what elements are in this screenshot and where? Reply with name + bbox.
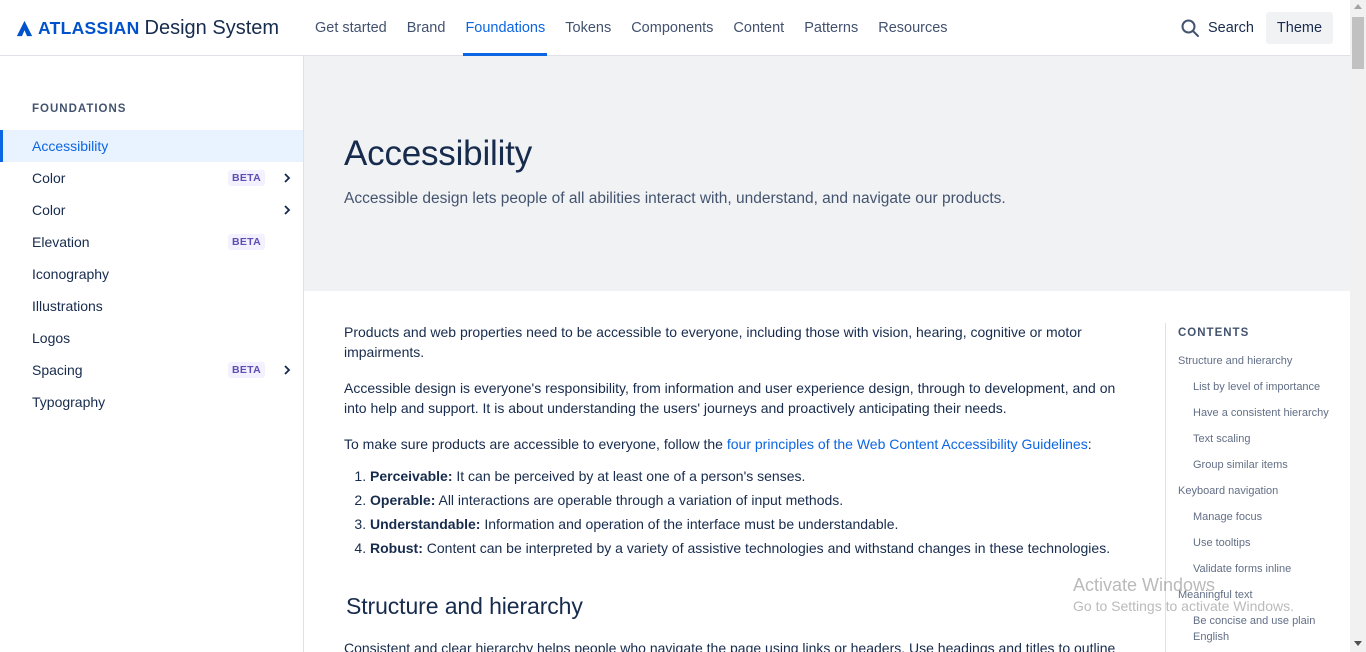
search-button[interactable]: Search — [1180, 14, 1254, 42]
sidebar-item-label: Color — [32, 170, 66, 186]
sidebar-item-color[interactable]: Color — [0, 194, 303, 226]
product-name: Design System — [144, 16, 280, 39]
list-item: Perceivable: It can be perceived by at l… — [370, 466, 1134, 486]
toc-heading: CONTENTS — [1178, 327, 1250, 339]
sidebar-heading: FOUNDATIONS — [32, 103, 127, 115]
scrollbar-thumb[interactable] — [1352, 17, 1364, 69]
sidebar-item-label: Accessibility — [32, 138, 109, 154]
responsibility-paragraph: Accessible design is everyone's responsi… — [344, 380, 1116, 416]
atlassian-logo[interactable]: ATLASSIAN Design System — [16, 16, 279, 40]
sidebar-item-iconography[interactable]: Iconography — [0, 258, 303, 290]
toc-item-be-concise[interactable]: Be concise and use plain English — [1193, 613, 1333, 645]
nav-content[interactable]: Content — [723, 0, 794, 56]
sidebar-item-illustrations[interactable]: Illustrations — [0, 290, 303, 322]
sidebar-item-typography[interactable]: Typography — [0, 386, 303, 418]
toc-item-consistent-hierarchy[interactable]: Have a consistent hierarchy — [1193, 405, 1343, 421]
sidebar-item-label: Color — [32, 202, 66, 218]
nav-get-started[interactable]: Get started — [305, 0, 397, 56]
chevron-right-icon[interactable] — [282, 173, 292, 183]
nav-resources[interactable]: Resources — [868, 0, 957, 56]
page-hero: Accessibility Accessible design lets peo… — [304, 56, 1350, 291]
page-subtitle: Accessible design lets people of all abi… — [344, 190, 1006, 207]
beta-badge: BETA — [228, 362, 266, 378]
chevron-right-icon[interactable] — [282, 365, 292, 375]
nav-components[interactable]: Components — [621, 0, 723, 56]
principles-list: Perceivable: It can be perceived by at l… — [370, 466, 1134, 558]
wcag-link[interactable]: four principles of the Web Content Acces… — [727, 436, 1088, 452]
sidebar-item-accessibility[interactable]: Accessibility — [0, 130, 303, 162]
sidebar-item-label: Typography — [32, 394, 106, 410]
intro-paragraph: Products and web properties need to be a… — [344, 324, 1082, 360]
section-heading-structure: Structure and hierarchy — [346, 593, 583, 619]
list-item: Understandable: Information and operatio… — [370, 514, 1134, 534]
principle-text: All interactions are operable through a … — [435, 492, 844, 508]
search-label: Search — [1208, 20, 1254, 36]
principle-term: Operable: — [370, 492, 436, 508]
toc-item-manage-focus[interactable]: Manage focus — [1193, 509, 1343, 525]
toc-item-validate-forms[interactable]: Validate forms inline — [1193, 561, 1343, 577]
toc-item-text-scaling[interactable]: Text scaling — [1193, 431, 1343, 447]
theme-button[interactable]: Theme — [1266, 12, 1333, 44]
sidebar-item-label: Elevation — [32, 234, 90, 250]
sidebar-list: Accessibility Color BETA Color Elevation… — [0, 130, 303, 418]
table-of-contents: CONTENTS Structure and hierarchy List by… — [1165, 323, 1350, 652]
search-icon — [1181, 19, 1199, 37]
nav-brand[interactable]: Brand — [397, 0, 456, 56]
toc-item-structure-and-hierarchy[interactable]: Structure and hierarchy — [1178, 353, 1328, 369]
atlassian-logo-icon — [16, 20, 33, 36]
sidebar-item-label: Spacing — [32, 362, 83, 378]
beta-badge: BETA — [228, 234, 266, 250]
list-item: Robust: Content can be interpreted by a … — [370, 538, 1134, 558]
sidebar-item-logos[interactable]: Logos — [0, 322, 303, 354]
sidebar-item-color-beta[interactable]: Color BETA — [0, 162, 303, 194]
article-content: Products and web properties need to be a… — [344, 322, 1134, 652]
principle-text: Information and operation of the interfa… — [480, 516, 899, 532]
principle-text: It can be perceived by at least one of a… — [452, 468, 806, 484]
principles-intro-text: To make sure products are accessible to … — [344, 436, 727, 452]
page-scrollbar[interactable] — [1350, 0, 1366, 652]
toc-item-meaningful-text[interactable]: Meaningful text — [1178, 587, 1328, 603]
top-navigation-bar: ATLASSIAN Design System Get started Bran… — [0, 0, 1350, 56]
main-nav: Get started Brand Foundations Tokens Com… — [305, 0, 958, 56]
sidebar-item-label: Logos — [32, 330, 71, 346]
principle-term: Perceivable: — [370, 468, 453, 484]
structure-paragraph: Consistent and clear hierarchy helps peo… — [344, 640, 1116, 652]
principles-intro: To make sure products are accessible to … — [344, 434, 1134, 454]
scroll-up-arrow-icon[interactable] — [1354, 4, 1362, 9]
principle-term: Understandable: — [370, 516, 481, 532]
sidebar-item-label: Illustrations — [32, 298, 103, 314]
list-item: Operable: All interactions are operable … — [370, 490, 1134, 510]
chevron-right-icon[interactable] — [282, 205, 292, 215]
scroll-down-arrow-icon[interactable] — [1354, 641, 1362, 646]
sidebar: FOUNDATIONS Accessibility Color BETA Col… — [0, 56, 304, 652]
nav-foundations[interactable]: Foundations — [455, 0, 555, 56]
toc-item-keyboard-navigation[interactable]: Keyboard navigation — [1178, 483, 1328, 499]
nav-patterns[interactable]: Patterns — [794, 0, 868, 56]
toc-item-use-tooltips[interactable]: Use tooltips — [1193, 535, 1343, 551]
sidebar-item-label: Iconography — [32, 266, 110, 282]
principle-text: Content can be interpreted by a variety … — [422, 540, 1111, 556]
brand-name: ATLASSIAN — [38, 17, 140, 38]
toc-item-group-similar[interactable]: Group similar items — [1193, 457, 1343, 473]
sidebar-item-spacing[interactable]: Spacing BETA — [0, 354, 303, 386]
principles-intro-colon: : — [1087, 436, 1092, 452]
beta-badge: BETA — [228, 170, 266, 186]
page-title: Accessibility — [344, 134, 533, 173]
toc-item-list-by-level[interactable]: List by level of importance — [1193, 379, 1343, 395]
nav-tokens[interactable]: Tokens — [555, 0, 621, 56]
sidebar-item-elevation[interactable]: Elevation BETA — [0, 226, 303, 258]
principle-term: Robust: — [370, 540, 423, 556]
